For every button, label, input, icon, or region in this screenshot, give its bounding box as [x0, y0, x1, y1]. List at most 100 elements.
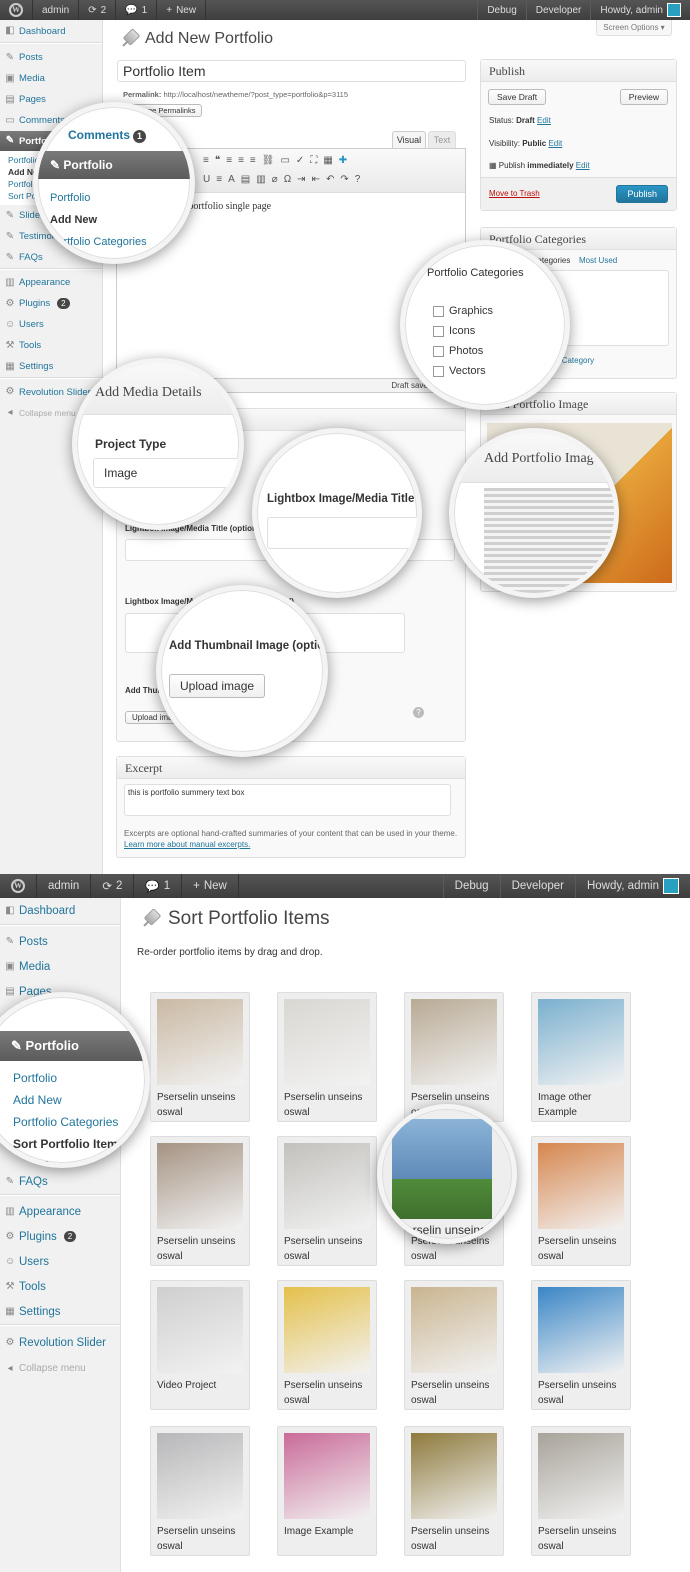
developer-link[interactable]: Developer	[525, 0, 591, 20]
submenu-sort[interactable]: Sort Portfolio Items	[13, 1133, 124, 1155]
category-item[interactable]: Photos	[433, 341, 493, 361]
checkbox[interactable]	[433, 365, 444, 377]
portfolio-thumb[interactable]: Pserselin unseins oswal	[404, 1280, 504, 1410]
new-content-link[interactable]: + New	[157, 0, 207, 20]
menu-media[interactable]: ▣ Media	[0, 68, 102, 89]
checkbox[interactable]	[433, 325, 444, 337]
publish-button[interactable]: Publish	[616, 185, 668, 203]
menu-tools[interactable]: ⚒ Tools	[0, 335, 102, 356]
status-edit-link[interactable]: Edit	[537, 116, 551, 125]
undo-icon[interactable]: ↶	[326, 174, 340, 185]
portfolio-thumb[interactable]: Pserselin unseins oswal	[277, 1280, 377, 1410]
portfolio-thumb[interactable]: Pserselin unseins oswal	[150, 1426, 250, 1556]
text-color-icon[interactable]: A	[228, 174, 241, 185]
comments-link[interactable]: 💬 1	[134, 874, 183, 898]
save-draft-button[interactable]: Save Draft	[488, 89, 547, 105]
tab-text[interactable]: Text	[428, 131, 456, 148]
developer-link[interactable]: Developer	[499, 874, 575, 898]
outdent-icon[interactable]: ⇤	[312, 174, 326, 185]
link-icon[interactable]: ⛓	[262, 155, 281, 166]
menu-plugins[interactable]: ⚙ Plugins 2	[0, 1224, 120, 1249]
menu-tools[interactable]: ⚒ Tools	[0, 1274, 120, 1299]
category-item[interactable]: Graphics	[433, 301, 493, 321]
menu-plugins[interactable]: ⚙ Plugins 2	[0, 293, 102, 314]
checkbox[interactable]	[433, 305, 444, 317]
excerpt-learn-more-link[interactable]: Learn more about manual excerpts.	[124, 840, 250, 849]
menu-settings[interactable]: ▦ Settings	[0, 1299, 120, 1324]
portfolio-thumb[interactable]: Pserselin unseins oswal	[277, 1136, 377, 1266]
updates-link[interactable]: ⟳ 2	[91, 874, 135, 898]
magnified-portfolio-item[interactable]: ✎ Portfolio	[0, 1031, 145, 1061]
tab-visual[interactable]: Visual	[392, 131, 426, 148]
menu-dashboard[interactable]: ◧ Dashboard	[0, 898, 120, 924]
screen-options-tab[interactable]: Screen Options ▾	[596, 20, 672, 36]
menu-appearance[interactable]: ▥ Appearance	[0, 1199, 120, 1224]
debug-link[interactable]: Debug	[477, 0, 525, 20]
magnified-portfolio-item[interactable]: ✎ Portfolio	[38, 151, 190, 179]
collapse-menu[interactable]: ◂ Collapse menu	[0, 1356, 120, 1381]
account-menu[interactable]: Howdy, admin	[590, 0, 690, 20]
tab-most-used[interactable]: Most Used	[579, 256, 617, 265]
add-icon[interactable]: ✚	[339, 155, 353, 166]
checkbox[interactable]	[433, 345, 444, 357]
menu-revolution-slider[interactable]: ⚙ Revolution Slider	[0, 1329, 120, 1356]
portfolio-thumb[interactable]: Pserselin unseins oswal	[150, 1136, 250, 1266]
align-center-icon[interactable]: ≡	[238, 155, 250, 166]
omega-icon[interactable]: Ω	[284, 174, 297, 185]
menu-appearance[interactable]: ▥ Appearance	[0, 272, 102, 293]
submenu-categories[interactable]: Portfolio Categories	[13, 1111, 124, 1133]
indent-icon[interactable]: ⇥	[297, 174, 311, 185]
wp-logo-menu[interactable]: W	[0, 874, 37, 898]
menu-dashboard[interactable]: ◧ Dashboard	[0, 20, 102, 42]
permalink-url[interactable]: http://localhost/newtheme/?post_type=por…	[163, 90, 348, 99]
spellcheck-icon[interactable]: ✓	[296, 155, 310, 166]
submenu-add-new[interactable]: Add New	[13, 1089, 124, 1111]
kitchen-sink-icon[interactable]: ▦	[323, 155, 338, 166]
clear-format-icon[interactable]: ⌀	[272, 174, 284, 185]
updates-link[interactable]: ⟳ 2	[79, 0, 117, 20]
align-right-icon[interactable]: ≡	[250, 155, 262, 166]
new-content-link[interactable]: + New	[182, 874, 239, 898]
align-left-icon[interactable]: ≡	[226, 155, 238, 166]
submenu-portfolio[interactable]: Portfolio	[50, 187, 147, 209]
site-name-link[interactable]: admin	[37, 874, 92, 898]
portfolio-thumb[interactable]: Image Example	[277, 1426, 377, 1556]
portfolio-thumb[interactable]: Pserselin unseins oswal	[531, 1136, 631, 1266]
comments-link[interactable]: 💬 1	[116, 0, 158, 20]
portfolio-thumb[interactable]: Pserselin unseins oswal	[531, 1426, 631, 1556]
portfolio-thumb[interactable]: Pserselin unseins oswal	[150, 992, 250, 1122]
more-icon[interactable]: ▭	[280, 155, 295, 166]
paste-icon[interactable]: ▤	[241, 174, 256, 185]
menu-media[interactable]: ▣ Media	[0, 954, 120, 979]
submenu-portfolio[interactable]: Portfolio	[13, 1067, 124, 1089]
preview-button[interactable]: Preview	[619, 89, 668, 105]
project-type-select[interactable]: Image	[93, 458, 239, 488]
help-icon[interactable]: ?	[413, 707, 424, 718]
menu-posts[interactable]: ✎ Posts	[0, 47, 102, 68]
redo-icon[interactable]: ↷	[340, 174, 354, 185]
portfolio-thumb[interactable]: Pserselin unseins oswal	[404, 992, 504, 1122]
list-icon[interactable]: ≡	[203, 155, 215, 166]
site-name-link[interactable]: admin	[33, 0, 80, 20]
menu-faqs[interactable]: ✎ FAQs	[0, 1169, 120, 1194]
upload-image-button[interactable]: Upload image	[169, 674, 266, 698]
underline-icon[interactable]: U	[203, 174, 216, 185]
quote-icon[interactable]: ❝	[215, 155, 226, 166]
menu-users[interactable]: ☺ Users	[0, 314, 102, 335]
submenu-categories[interactable]: Portfolio Categories	[50, 231, 147, 253]
fullscreen-icon[interactable]: ⛶	[310, 155, 323, 166]
magnified-comments-item[interactable]: Comments 1	[38, 123, 190, 147]
visibility-edit-link[interactable]: Edit	[548, 139, 562, 148]
paste-word-icon[interactable]: ▥	[256, 174, 271, 185]
portfolio-thumb[interactable]: Pserselin unseins oswal	[404, 1426, 504, 1556]
submenu-add-new[interactable]: Add New	[50, 209, 147, 231]
account-menu[interactable]: Howdy, admin	[574, 874, 690, 898]
excerpt-textarea[interactable]: this is portfolio summery text box	[124, 784, 451, 816]
category-item[interactable]: Vectors	[433, 361, 493, 381]
wp-logo-menu[interactable]: W	[0, 0, 33, 20]
portfolio-thumb[interactable]: Pserselin unseins oswal	[277, 992, 377, 1122]
post-title-input[interactable]: Portfolio Item	[117, 60, 466, 82]
magnified-lightbox-input[interactable]	[267, 517, 417, 549]
portfolio-thumb[interactable]: Video Project	[150, 1280, 250, 1410]
menu-users[interactable]: ☺ Users	[0, 1249, 120, 1274]
